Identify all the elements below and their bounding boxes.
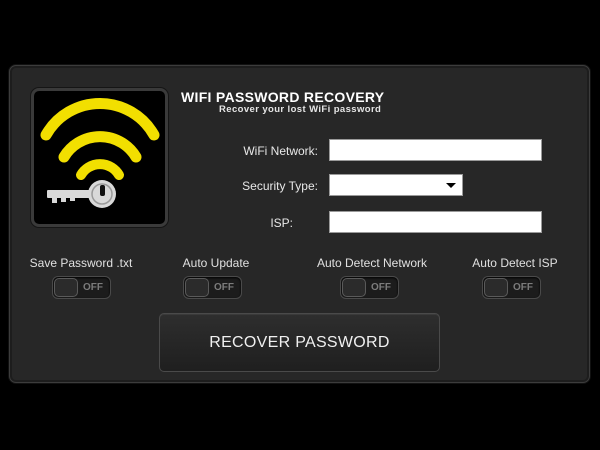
toggle-state: OFF [371,282,391,293]
chevron-down-icon [446,183,456,188]
recover-password-button[interactable]: RECOVER PASSWORD [159,313,440,372]
wifi-key-icon [40,97,160,208]
toggle-state: OFF [513,282,533,293]
toggle-state: OFF [83,282,103,293]
app-logo [31,88,168,227]
security-type-select[interactable] [329,174,463,196]
app-title: WIFI PASSWORD RECOVERY [181,89,385,105]
wifi-wave-outer [40,97,160,141]
toggle-knob [185,278,209,297]
isp-input[interactable] [329,211,542,233]
toggle-auto-detect-network[interactable]: OFF [340,276,399,299]
security-type-label: Security Type: [242,179,318,193]
wifi-network-label: WiFi Network: [243,144,318,158]
option-label-auto-detect-network: Auto Detect Network [316,256,428,270]
wifi-network-input[interactable] [329,139,542,161]
option-label-auto-update: Auto Update [182,256,250,270]
app-subtitle: Recover your lost WiFi password [219,104,382,115]
wifi-wave-inner [76,159,124,180]
isp-label: ISP: [270,216,293,230]
option-label-save-password: Save Password .txt [29,256,133,270]
toggle-auto-update[interactable]: OFF [183,276,242,299]
option-label-auto-detect-isp: Auto Detect ISP [472,256,558,270]
toggle-save-password[interactable]: OFF [52,276,111,299]
toggle-state: OFF [214,282,234,293]
toggle-knob [484,278,508,297]
key-icon [47,180,116,208]
wifi-wave-middle [58,131,142,163]
toggle-knob [342,278,366,297]
toggle-auto-detect-isp[interactable]: OFF [482,276,541,299]
toggle-knob [54,278,78,297]
